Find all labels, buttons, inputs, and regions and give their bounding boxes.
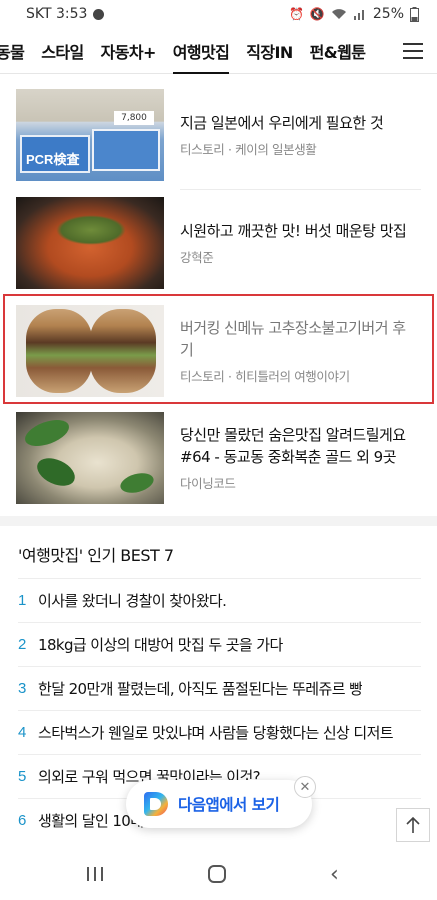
article-item[interactable]: PCR検査 7,800 지금 일본에서 우리에게 필요한 것 티스토리 · 케이… — [16, 88, 421, 182]
article-thumbnail-pcr-kits: PCR検査 7,800 — [16, 89, 164, 181]
rank-title: 한달 20만개 팔렸는데, 아직도 품절된다는 뚜레쥬르 빵 — [38, 680, 363, 698]
rank-title: 18kg급 이상의 대방어 맛집 두 곳을 가다 — [38, 636, 283, 654]
article-source: 강혁준 — [180, 250, 214, 265]
article-source: 티스토리 · 케이의 일본생활 — [180, 142, 317, 157]
article-text: 지금 일본에서 우리에게 필요한 것 티스토리 · 케이의 일본생활 — [180, 112, 418, 158]
article-source: 다이닝코드 — [180, 476, 236, 491]
recent-apps-icon[interactable] — [87, 867, 103, 881]
divider — [180, 189, 421, 190]
tab-label: 직장IN — [246, 43, 293, 62]
tab-travel-food[interactable]: 여행맛집 — [172, 28, 230, 74]
tab-work[interactable]: 직장IN — [246, 28, 293, 74]
home-icon[interactable] — [208, 865, 226, 883]
category-nav: 동물 스타일 자동차+ 여행맛집 직장IN 펀&웹툰 — [0, 28, 437, 74]
tab-label: 펀&웹툰 — [309, 43, 366, 62]
signal-icon — [353, 10, 364, 20]
rank-item[interactable]: 1 이사를 왔더니 경찰이 찾아왔다. — [18, 578, 421, 622]
rank-item[interactable]: 2 18kg급 이상의 대방어 맛집 두 곳을 가다 — [18, 622, 421, 666]
rank-item[interactable]: 3 한달 20만개 팔렸는데, 아직도 품절된다는 뚜레쥬르 빵 — [18, 666, 421, 710]
tab-label: 여행맛집 — [172, 43, 230, 62]
open-in-app-label: 다음앱에서 보기 — [178, 796, 280, 814]
section-separator — [0, 516, 437, 526]
battery-percent: 25% — [372, 6, 404, 22]
status-left: SKT 3:53 — [26, 6, 105, 22]
tab-style[interactable]: 스타일 — [41, 28, 84, 74]
article-title: 시원하고 깨끗한 맛! 버섯 매운탕 맛집 — [180, 222, 407, 240]
battery-icon — [410, 6, 419, 22]
rank-number: 4 — [18, 724, 27, 741]
notification-dot-icon — [93, 8, 105, 20]
rank-title: 이사를 왔더니 경찰이 찾아왔다. — [38, 592, 227, 610]
thumb-price-tag: 7,800 — [114, 111, 154, 125]
status-bar: SKT 3:53 ⏰ 🔇 25% — [0, 0, 437, 28]
status-right: ⏰ 🔇 25% — [289, 6, 419, 22]
article-text: 당신만 몰랐던 숨은맛집 알려드릴게요 #64 - 동교동 중화복춘 골드 외 … — [180, 424, 418, 492]
wifi-icon — [331, 9, 346, 19]
rank-number: 1 — [18, 592, 27, 609]
article-title: 지금 일본에서 우리에게 필요한 것 — [180, 114, 384, 132]
scroll-to-top-button[interactable] — [396, 808, 430, 842]
open-in-daum-app-button[interactable]: 다음앱에서 보기 — [126, 780, 312, 828]
best-section-title: '여행맛집' 인기 BEST 7 — [18, 546, 174, 565]
carrier-time: SKT 3:53 — [26, 6, 88, 22]
rank-title: 스타벅스가 웬일로 맛있냐며 사람들 당황했다는 신상 디저트 — [38, 724, 394, 742]
tab-animals[interactable]: 동물 — [0, 28, 25, 74]
arrow-up-icon — [406, 816, 420, 833]
close-icon[interactable]: ✕ — [294, 776, 316, 798]
article-item[interactable]: 당신만 몰랐던 숨은맛집 알려드릴게요 #64 - 동교동 중화복춘 골드 외 … — [16, 411, 421, 505]
tab-fun-webtoon[interactable]: 펀&웹툰 — [310, 28, 366, 74]
article-thumbnail-mushroom-stew — [16, 197, 164, 289]
android-nav-bar: ‹ — [0, 848, 437, 900]
rank-number: 6 — [18, 812, 27, 829]
daum-logo-icon — [144, 792, 168, 816]
highlight-box — [3, 294, 434, 404]
rank-item[interactable]: 4 스타벅스가 웬일로 맛있냐며 사람들 당황했다는 신상 디저트 — [18, 710, 421, 754]
article-text: 시원하고 깨끗한 맛! 버섯 매운탕 맛집 강혁준 — [180, 220, 418, 266]
alarm-icon: ⏰ — [288, 7, 304, 21]
rank-number: 3 — [18, 680, 27, 697]
hamburger-menu-icon[interactable] — [389, 28, 437, 73]
tab-car[interactable]: 자동차+ — [100, 28, 157, 74]
tab-label: 동물 — [0, 43, 25, 62]
tab-label: 자동차+ — [100, 43, 157, 62]
article-title: 당신만 몰랐던 숨은맛집 알려드릴게요 #64 - 동교동 중화복춘 골드 외 … — [180, 426, 406, 466]
tab-label: 스타일 — [41, 43, 84, 62]
rank-number: 5 — [18, 768, 27, 785]
mute-icon: 🔇 — [309, 7, 325, 21]
rank-number: 2 — [18, 636, 27, 653]
article-item[interactable]: 시원하고 깨끗한 맛! 버섯 매운탕 맛집 강혁준 — [16, 196, 421, 290]
back-icon[interactable]: ‹ — [330, 862, 339, 887]
thumb-text: PCR検査 — [26, 152, 80, 167]
category-tabs: 동물 스타일 자동차+ 여행맛집 직장IN 펀&웹툰 — [0, 28, 382, 74]
article-thumbnail-hotpot — [16, 412, 164, 504]
